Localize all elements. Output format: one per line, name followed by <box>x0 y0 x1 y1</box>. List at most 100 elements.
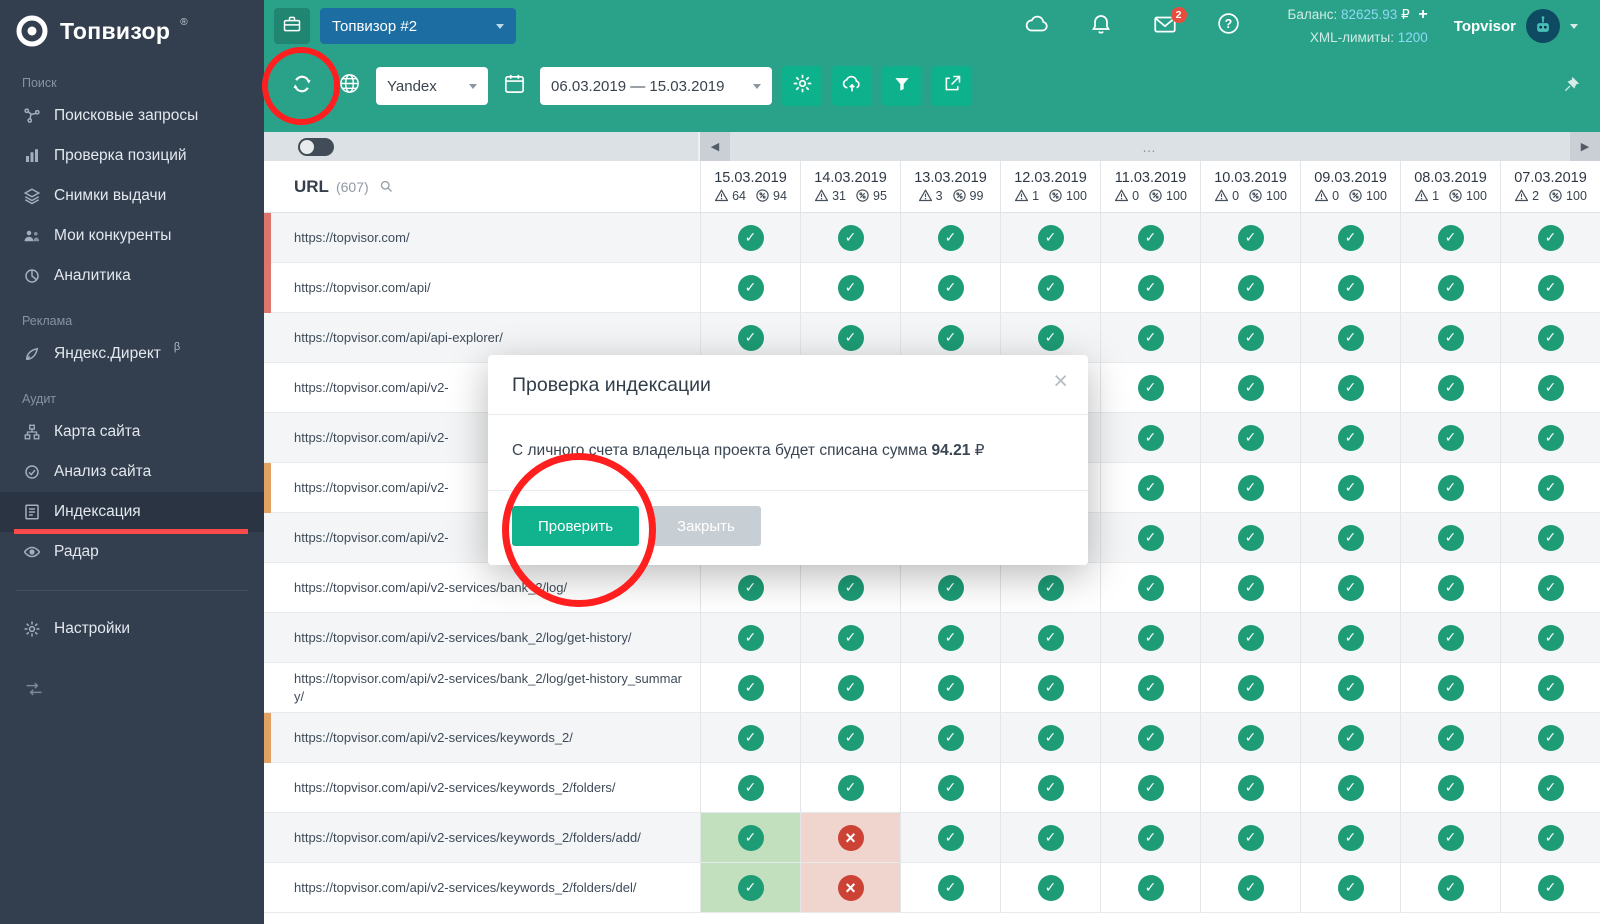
status-cell[interactable]: ✓ <box>1300 563 1400 613</box>
help-button[interactable]: ? <box>1209 6 1249 46</box>
status-cell[interactable]: ✓ <box>900 213 1000 263</box>
xml-limits-value[interactable]: 1200 <box>1398 30 1428 45</box>
date-column-header[interactable]: 12.03.20191100 <box>1000 161 1100 212</box>
status-cell[interactable]: ✓ <box>1000 763 1100 813</box>
status-cell[interactable]: ✓ <box>1500 463 1600 513</box>
status-cell[interactable]: ✓ <box>1400 713 1500 763</box>
status-cell[interactable]: ✓ <box>1500 413 1600 463</box>
status-cell[interactable]: ✓ <box>800 213 900 263</box>
status-cell[interactable]: ✓ <box>1500 613 1600 663</box>
status-cell[interactable]: ✓ <box>1000 613 1100 663</box>
status-cell[interactable]: ✓ <box>1300 613 1400 663</box>
status-cell[interactable]: ✓ <box>1100 363 1200 413</box>
status-cell[interactable]: ✓ <box>1100 513 1200 563</box>
status-cell[interactable]: ✓ <box>1200 563 1300 613</box>
status-cell[interactable]: ✓ <box>800 763 900 813</box>
status-cell[interactable]: ✓ <box>900 563 1000 613</box>
sidebar-item-serp-snapshots[interactable]: Снимки выдачи <box>0 176 264 216</box>
date-range-select[interactable]: 06.03.2019 — 15.03.2019 <box>540 67 772 105</box>
status-cell[interactable]: ✓ <box>900 613 1000 663</box>
status-cell[interactable]: ✓ <box>700 813 800 863</box>
status-cell[interactable]: ✓ <box>1200 663 1300 713</box>
add-funds-button[interactable]: + <box>1418 6 1427 23</box>
status-cell[interactable]: ✓ <box>1300 363 1400 413</box>
status-cell[interactable]: ✓ <box>1000 813 1100 863</box>
status-cell[interactable]: ✓ <box>1300 863 1400 913</box>
sidebar-item-competitors[interactable]: Мои конкуренты <box>0 216 264 256</box>
url-cell[interactable]: https://topvisor.com/api/v2-services/key… <box>264 813 700 863</box>
status-cell[interactable]: ✓ <box>1300 513 1400 563</box>
status-cell[interactable]: ✓ <box>1500 313 1600 363</box>
status-cell[interactable]: ✓ <box>700 613 800 663</box>
status-cell[interactable]: ✓ <box>900 663 1000 713</box>
status-cell[interactable]: ✓ <box>1000 213 1100 263</box>
status-cell[interactable]: ✓ <box>1400 563 1500 613</box>
sidebar-item-yandex-direct[interactable]: Яндекс.Директβ <box>0 334 264 374</box>
sidebar-item-sitemap[interactable]: Карта сайта <box>0 412 264 452</box>
status-cell[interactable]: ✓ <box>700 663 800 713</box>
import-button[interactable] <box>832 66 872 106</box>
status-cell[interactable]: ✓ <box>1300 463 1400 513</box>
status-cell[interactable]: ✓ <box>1200 713 1300 763</box>
status-cell[interactable]: ✓ <box>1200 363 1300 413</box>
status-cell[interactable]: ✓ <box>700 263 800 313</box>
status-cell[interactable]: ✓ <box>800 563 900 613</box>
status-cell[interactable]: ✓ <box>1100 463 1200 513</box>
notifications-button[interactable] <box>1081 6 1121 46</box>
url-cell[interactable]: https://topvisor.com/api/v2-services/ban… <box>264 563 700 613</box>
status-cell[interactable]: ✓ <box>1000 713 1100 763</box>
status-cell[interactable]: ✓ <box>1100 613 1200 663</box>
sidebar-item-search-queries[interactable]: Поисковые запросы <box>0 96 264 136</box>
status-cell[interactable]: ✓ <box>800 263 900 313</box>
status-cell[interactable]: ✓ <box>1300 213 1400 263</box>
status-cell[interactable]: ✓ <box>1100 663 1200 713</box>
status-cell[interactable]: ✓ <box>1100 413 1200 463</box>
next-dates-button[interactable]: ▶ <box>1570 132 1600 161</box>
status-cell[interactable]: ✓ <box>1400 763 1500 813</box>
display-mode-toggle[interactable] <box>298 138 334 156</box>
status-cell[interactable]: ✓ <box>700 563 800 613</box>
date-column-header[interactable]: 11.03.20190100 <box>1100 161 1200 212</box>
status-cell[interactable]: ✓ <box>1200 513 1300 563</box>
status-cell[interactable]: ✓ <box>1500 213 1600 263</box>
close-icon[interactable]: × <box>1053 369 1068 394</box>
status-cell[interactable]: ✓ <box>700 213 800 263</box>
status-cell[interactable]: ✓ <box>1200 813 1300 863</box>
url-cell[interactable]: https://topvisor.com/api/v2-services/ban… <box>264 613 700 663</box>
status-cell[interactable]: ✓ <box>1300 263 1400 313</box>
status-cell[interactable]: ✓ <box>1100 213 1200 263</box>
settings-button[interactable] <box>782 66 822 106</box>
status-cell[interactable]: ✓ <box>1100 263 1200 313</box>
status-cell[interactable]: ✓ <box>1500 763 1600 813</box>
url-cell[interactable]: https://topvisor.com/api/v2-services/key… <box>264 763 700 813</box>
status-cell[interactable]: ✓ <box>1200 413 1300 463</box>
status-cell[interactable]: ✓ <box>1400 363 1500 413</box>
status-cell[interactable]: ✓ <box>1400 663 1500 713</box>
status-cell[interactable]: ✓ <box>1100 813 1200 863</box>
status-cell[interactable]: × <box>800 863 900 913</box>
status-cell[interactable]: ✓ <box>1300 763 1400 813</box>
status-cell[interactable]: ✓ <box>1100 763 1200 813</box>
status-cell[interactable]: ✓ <box>1300 413 1400 463</box>
status-cell[interactable]: ✓ <box>1400 413 1500 463</box>
refresh-button[interactable] <box>282 66 322 106</box>
status-cell[interactable]: ✓ <box>1200 613 1300 663</box>
sidebar-item-site-analysis[interactable]: Анализ сайта <box>0 452 264 492</box>
status-cell[interactable]: ✓ <box>1100 313 1200 363</box>
date-column-header[interactable]: 09.03.20190100 <box>1300 161 1400 212</box>
status-cell[interactable]: ✓ <box>800 713 900 763</box>
search-engine-select[interactable]: Yandex <box>376 67 488 105</box>
status-cell[interactable]: ✓ <box>1500 863 1600 913</box>
status-cell[interactable]: ✓ <box>1000 863 1100 913</box>
status-cell[interactable]: ✓ <box>800 613 900 663</box>
status-cell[interactable]: ✓ <box>1000 263 1100 313</box>
url-cell[interactable]: https://topvisor.com/api/v2-services/ban… <box>264 663 700 713</box>
status-cell[interactable]: ✓ <box>1500 513 1600 563</box>
url-cell[interactable]: https://topvisor.com/api/v2-services/key… <box>264 713 700 763</box>
project-selector[interactable]: Топвизор #2 <box>320 8 516 44</box>
status-cell[interactable]: ✓ <box>700 763 800 813</box>
status-cell[interactable]: ✓ <box>1500 363 1600 413</box>
sidebar-item-radar[interactable]: Радар <box>0 532 264 572</box>
status-cell[interactable]: ✓ <box>1100 863 1200 913</box>
status-cell[interactable]: ✓ <box>1200 313 1300 363</box>
